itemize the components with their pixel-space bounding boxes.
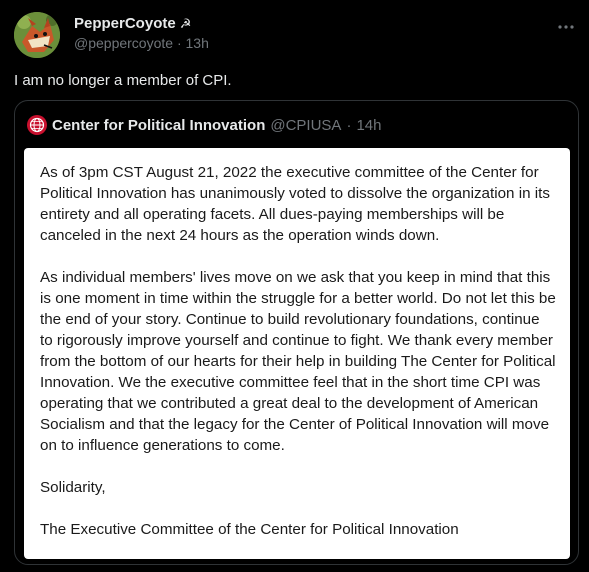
author-avatar[interactable] [14,12,60,58]
quote-time[interactable]: 14h [356,117,381,134]
tweet-text: I am no longer a member of CPI. [14,72,232,89]
statement-paragraph-2: As individual members' lives move on we … [40,269,556,454]
quote-avatar[interactable] [27,115,47,135]
tweet-time[interactable]: 13h [186,35,209,51]
quote-statement-image[interactable]: As of 3pm CST August 21, 2022 the execut… [24,148,570,559]
cpi-globe-logo-icon [29,117,45,133]
quote-handle[interactable]: @CPIUSA [270,117,341,134]
tweet: PepperCoyote ☭ @peppercoyote · 13h I am … [0,0,589,572]
author-meta: @peppercoyote · 13h [74,35,549,51]
more-button[interactable] [553,14,579,40]
statement-signature: The Executive Committee of the Center fo… [40,521,459,538]
author-handle[interactable]: @peppercoyote [74,35,173,51]
statement-paragraph-1: As of 3pm CST August 21, 2022 the execut… [40,164,550,244]
author-display-name[interactable]: PepperCoyote [74,15,176,32]
tweet-header: PepperCoyote ☭ @peppercoyote · 13h [74,15,549,51]
quote-tweet-card[interactable]: Center for Political Innovation @CPIUSA … [14,100,579,565]
author-name-row: PepperCoyote ☭ [74,15,549,32]
quote-meta-separator: · [346,116,352,134]
statement-closing: Solidarity, [40,479,106,496]
quote-header: Center for Political Innovation @CPIUSA … [27,115,381,135]
more-icon [558,25,574,29]
meta-separator: · [176,35,186,51]
quote-display-name[interactable]: Center for Political Innovation [52,117,265,134]
coyote-avatar-icon [14,12,60,58]
hammer-sickle-icon: ☭ [179,15,192,31]
